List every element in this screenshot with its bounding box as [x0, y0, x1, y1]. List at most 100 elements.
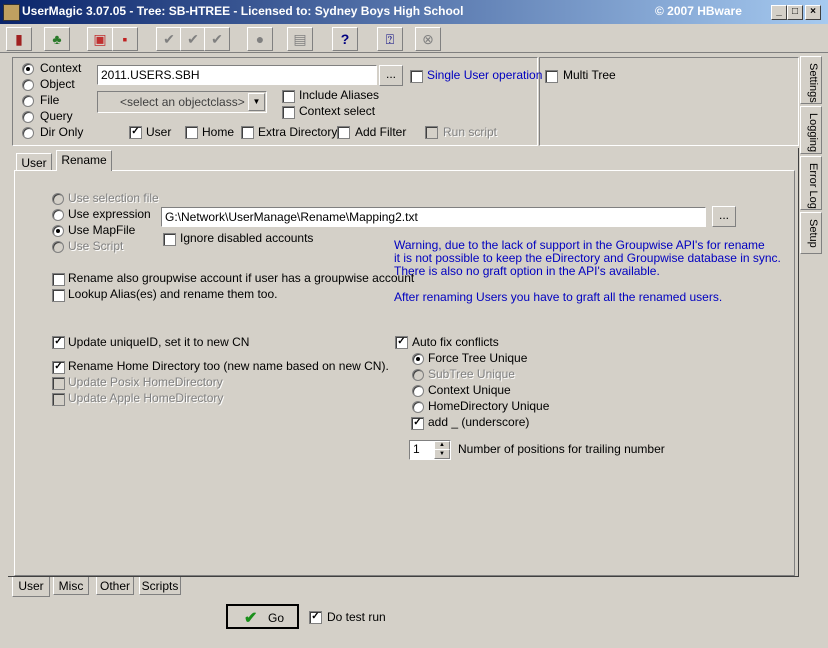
radio-use-mapfile[interactable] [52, 225, 64, 237]
home-checkbox[interactable] [185, 126, 198, 139]
tab-user[interactable]: User [16, 153, 52, 170]
go-button[interactable]: ✔ Go [226, 604, 299, 629]
add-underscore-checkbox[interactable]: ✓ [411, 417, 424, 430]
subtree-unique-label: SubTree Unique [428, 367, 515, 381]
disk-icon[interactable]: ▤ [287, 27, 313, 51]
lookup-alias-label: Lookup Alias(es) and rename them too. [68, 287, 278, 301]
extra-directory-label: Extra Directory [258, 125, 338, 139]
add-filter-label: Add Filter [355, 125, 407, 139]
bottom-tab-other[interactable]: Other [96, 577, 134, 595]
bottom-tab-scripts[interactable]: Scripts [139, 577, 181, 595]
objectclass-placeholder: <select an objectclass> [120, 95, 245, 109]
radio-use-expression[interactable] [52, 209, 64, 221]
check-all-icon[interactable]: ✔ [180, 27, 206, 51]
radio-query[interactable] [22, 111, 34, 123]
update-uniqueid-checkbox[interactable]: ✓ [52, 336, 65, 349]
rename-home-label: Rename Home Directory too (new name base… [68, 359, 389, 373]
warning-line-2: it is not possible to keep the eDirector… [394, 251, 781, 265]
radio-context[interactable] [22, 63, 34, 75]
positions-label: Number of positions for trailing number [458, 442, 665, 456]
include-aliases-label: Include Aliases [299, 88, 380, 102]
positions-stepper[interactable]: 1 ▲ ▼ [409, 440, 451, 460]
context-select-label: Context select [299, 104, 376, 118]
rename-home-checkbox[interactable]: ✓ [52, 361, 65, 374]
auto-fix-label: Auto fix conflicts [412, 335, 499, 349]
tree-icon[interactable]: ♣ [44, 27, 70, 51]
context-select-checkbox[interactable] [282, 106, 295, 119]
ignore-disabled-checkbox[interactable] [163, 233, 176, 246]
radio-context-unique[interactable] [412, 385, 424, 397]
radio-dir-only[interactable] [22, 127, 34, 139]
label-file: File [40, 93, 60, 107]
label-use-mapfile: Use MapFile [68, 223, 136, 237]
label-query: Query [40, 109, 73, 123]
copyright-text: © 2007 HBware [655, 4, 742, 18]
save-icon[interactable]: ▪ [112, 27, 138, 51]
tab-error-log[interactable]: Error Log [800, 156, 822, 210]
open-icon[interactable]: ▣ [87, 27, 113, 51]
radio-homedir-unique[interactable] [412, 401, 424, 413]
rename-groupwise-label: Rename also groupwise account if user ha… [68, 271, 415, 285]
test-run-checkbox[interactable]: ✓ [309, 611, 322, 624]
add-filter-checkbox[interactable] [337, 126, 350, 139]
update-posix-checkbox[interactable] [52, 377, 65, 390]
bottom-tab-user[interactable]: User [12, 577, 50, 597]
add-underscore-label: add _ (underscore) [428, 415, 530, 429]
lookup-alias-checkbox[interactable] [52, 289, 65, 302]
app-icon[interactable] [3, 4, 20, 21]
label-object: Object [40, 77, 75, 91]
bottom-tab-misc[interactable]: Misc [53, 577, 89, 595]
tab-rename[interactable]: Rename [56, 150, 112, 171]
label-use-selection-file: Use selection file [68, 191, 159, 205]
context-browse-button[interactable]: ... [379, 65, 403, 86]
radio-use-selection-file[interactable] [52, 193, 64, 205]
tab-settings[interactable]: Settings [800, 56, 822, 104]
home-option-label: Home [202, 125, 235, 139]
run-script-checkbox[interactable] [425, 126, 438, 139]
test-run-label: Do test run [327, 610, 386, 624]
user-option-label: User [146, 125, 172, 139]
context-help-icon[interactable]: ⍰ [377, 27, 403, 51]
rename-groupwise-checkbox[interactable] [52, 273, 65, 286]
label-use-script: Use Script [68, 239, 124, 253]
auto-fix-checkbox[interactable]: ✓ [395, 336, 408, 349]
after-rename-note: After renaming Users you have to graft a… [394, 290, 723, 304]
chevron-down-icon[interactable]: ▼ [434, 449, 450, 459]
minimize-button[interactable]: _ [771, 5, 787, 20]
context-unique-label: Context Unique [428, 383, 511, 397]
radio-subtree-unique[interactable] [412, 369, 424, 381]
include-aliases-checkbox[interactable] [282, 90, 295, 103]
tab-setup-label: Setup [807, 219, 819, 248]
tab-setup[interactable]: Setup [800, 212, 822, 254]
user-checkbox[interactable]: ✓ [129, 126, 142, 139]
radio-force-tree-unique[interactable] [412, 353, 424, 365]
chat-icon[interactable]: ● [247, 27, 273, 51]
multi-tree-label: Multi Tree [563, 68, 616, 82]
radio-use-script[interactable] [52, 241, 64, 253]
update-apple-checkbox[interactable] [52, 393, 65, 406]
homedir-unique-label: HomeDirectory Unique [428, 399, 550, 413]
single-user-checkbox[interactable] [410, 70, 423, 83]
mapfile-browse-button[interactable]: ... [712, 206, 736, 227]
multi-tree-checkbox[interactable] [545, 70, 558, 83]
tab-logging[interactable]: Logging [800, 106, 822, 154]
objectclass-select[interactable]: <select an objectclass> ▼ [97, 91, 267, 113]
label-use-expression: Use expression [68, 207, 151, 221]
tab-settings-label: Settings [807, 63, 819, 103]
help-icon[interactable]: ? [332, 27, 358, 51]
tab-logging-label: Logging [807, 113, 819, 153]
radio-object[interactable] [22, 79, 34, 91]
tab-error-log-label: Error Log [807, 163, 819, 209]
maximize-button[interactable]: □ [787, 5, 803, 20]
stop-icon[interactable]: ⊗ [415, 27, 441, 51]
chevron-down-icon[interactable]: ▼ [248, 93, 265, 111]
extra-directory-checkbox[interactable] [241, 126, 254, 139]
close-button[interactable]: × [805, 5, 821, 20]
radio-file[interactable] [22, 95, 34, 107]
mapfile-path-input[interactable]: G:\Network\UserManage\Rename\Mapping2.tx… [161, 207, 706, 227]
check-run-icon[interactable]: ✔ [204, 27, 230, 51]
context-input[interactable]: 2011.USERS.SBH [97, 65, 377, 85]
warning-line-3: There is also no graft option in the API… [394, 264, 660, 278]
exit-icon[interactable]: ▮ [6, 27, 32, 51]
check-icon[interactable]: ✔ [156, 27, 182, 51]
